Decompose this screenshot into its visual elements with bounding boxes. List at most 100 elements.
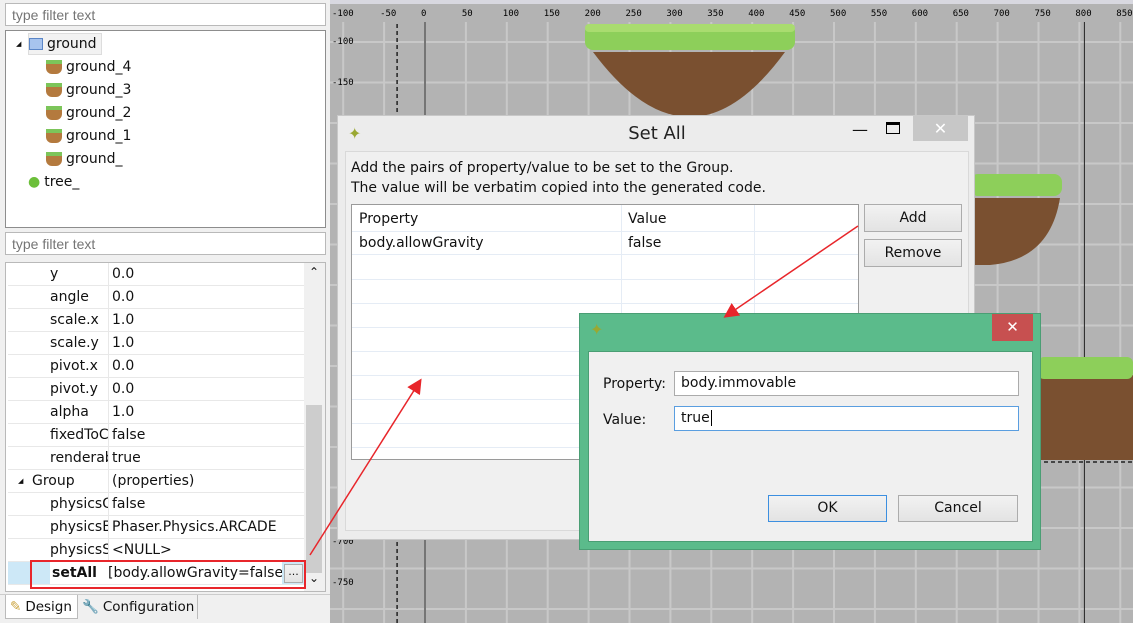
property-name: scale.y [50,335,99,351]
column-header-property[interactable]: Property [359,211,418,227]
property-row[interactable]: scale.x 1.0 [8,309,304,332]
property-row[interactable]: Group (properties) ◢ [8,470,304,493]
property-value: 0.0 [112,358,135,374]
highlight-box [30,560,306,589]
row-property: body.allowGravity [359,235,484,251]
property-row[interactable]: renderabletrue [8,447,304,470]
outline-filter-input[interactable] [5,3,326,26]
value-input[interactable]: true [674,406,1019,431]
ground-sprite-icon [46,129,62,143]
tree-item[interactable]: ground_ [46,148,123,170]
property-value: false [112,496,146,512]
scrollbar-thumb[interactable] [306,405,322,573]
table-row[interactable] [352,256,858,280]
cancel-button[interactable]: Cancel [898,495,1018,522]
property-name: scale.x [50,312,99,328]
ruler-tick-label: 750 [1034,9,1051,19]
ruler-tick-label: 0 [421,9,427,19]
property-name: y [50,266,59,282]
tree-item[interactable]: ● tree_ [28,171,79,193]
property-label: Property: [603,376,666,392]
properties-scrollbar[interactable]: ⌃ ⌄ [304,263,325,591]
table-row[interactable] [352,280,858,304]
property-name: Group [32,473,75,489]
ruler-tick-label: 250 [625,9,642,19]
tree-item[interactable]: ground_1 [46,125,131,147]
property-row[interactable]: pivot.x 0.0 [8,355,304,378]
property-value: true [112,450,141,466]
property-value: Phaser.Physics.ARCADE [112,519,277,535]
ruler-tick-label: 850 [1116,9,1133,19]
property-value: 1.0 [112,312,135,328]
property-input[interactable]: body.immovable [674,371,1019,396]
scroll-up-icon[interactable]: ⌃ [309,265,319,279]
property-value: 1.0 [112,404,135,420]
column-header-value[interactable]: Value [628,211,666,227]
close-button[interactable]: ✕ [913,116,968,141]
property-row[interactable]: angle 0.0 [8,286,304,309]
collapse-icon[interactable]: ◢ [16,33,21,55]
tree-item-label: ground_2 [66,105,132,121]
properties-table: ⌃ ⌄ y 0.0 angle 0.0 scale.x 1.0 scale.y 1.0 pivo… [5,262,326,592]
top-ruler [330,0,1133,22]
tree-item[interactable]: ground_4 [46,56,131,78]
collapse-icon[interactable]: ◢ [18,470,23,492]
property-row[interactable]: physicsGroupfalse [8,493,304,516]
dialog-title: Set All [628,123,686,144]
remove-button[interactable]: Remove [864,239,962,267]
add-button[interactable]: Add [864,204,962,232]
property-name: pivot.y [50,381,98,397]
property-row[interactable]: physicsBodyTypePhaser.Physics.ARCADE [8,516,304,539]
property-row[interactable]: scale.y 1.0 [8,332,304,355]
ruler-tick-label: 650 [952,9,969,19]
text-cursor [710,410,712,426]
property-row[interactable]: physicsSortDirection<NULL> [8,539,304,562]
property-row[interactable]: fixedToCamerafalse [8,424,304,447]
ok-button[interactable]: OK [768,495,887,522]
description-line: Add the pairs of property/value to be se… [351,160,734,176]
tree-item[interactable]: ◢ ground [16,33,102,55]
app-icon: ✦ [590,320,604,339]
property-row[interactable]: y 0.0 [8,263,304,286]
outline-tree: ◢ ground ground_4 ground_3 ground_2 ground_1g… [5,30,326,228]
ruler-tick-label: 150 [543,9,560,19]
ground-sprite-icon [46,106,62,120]
property-value-dialog: ✦ ✕ Property: body.immovable Value: true… [579,313,1041,550]
properties-filter-input[interactable] [5,232,326,255]
ground-sprite-icon [46,152,62,166]
property-row[interactable]: alpha 1.0 [8,401,304,424]
ruler-tick-label: -750 [332,578,354,588]
ruler-tick-label: 550 [870,9,888,19]
tree-item[interactable]: ground_3 [46,79,131,101]
row-value: false [628,235,662,251]
tree-item-label: ground_1 [66,128,132,144]
tree-item-label: tree_ [44,174,80,190]
ground-sprite-icon [46,83,62,97]
tree-item[interactable]: ground_2 [46,102,131,124]
table-row[interactable]: body.allowGravity false [352,231,858,255]
value-label: Value: [603,412,647,428]
ruler-tick-label: 200 [584,9,601,19]
ruler-tick-label: 600 [911,9,929,19]
property-name: physicsBodyType [50,519,108,535]
property-value: 1.0 [112,335,135,351]
ruler-tick-label: 800 [1075,9,1092,19]
ruler-tick-label: 500 [830,9,847,19]
ruler-tick-label: 450 [789,9,806,19]
minimize-button[interactable]: — [852,120,868,139]
ruler-tick-label: 100 [502,9,520,19]
tree-item-label: ground_ [66,151,123,167]
ground-sprite [1038,357,1133,460]
property-name: physicsGroup [50,496,108,512]
property-value: <NULL> [112,542,172,558]
tab-design[interactable]: ✎ Design [5,595,78,619]
ruler-tick-label: 400 [748,9,765,19]
group-icon [29,38,43,50]
property-row[interactable]: pivot.y 0.0 [8,378,304,401]
tab-configuration[interactable]: 🔧 Configuration [79,595,198,619]
scroll-down-icon[interactable]: ⌄ [309,571,319,585]
dialog-body: Property: body.immovable Value: true OK … [588,351,1033,542]
maximize-button[interactable] [886,122,900,134]
property-name: renderable [50,450,108,466]
close-button[interactable]: ✕ [992,314,1033,341]
